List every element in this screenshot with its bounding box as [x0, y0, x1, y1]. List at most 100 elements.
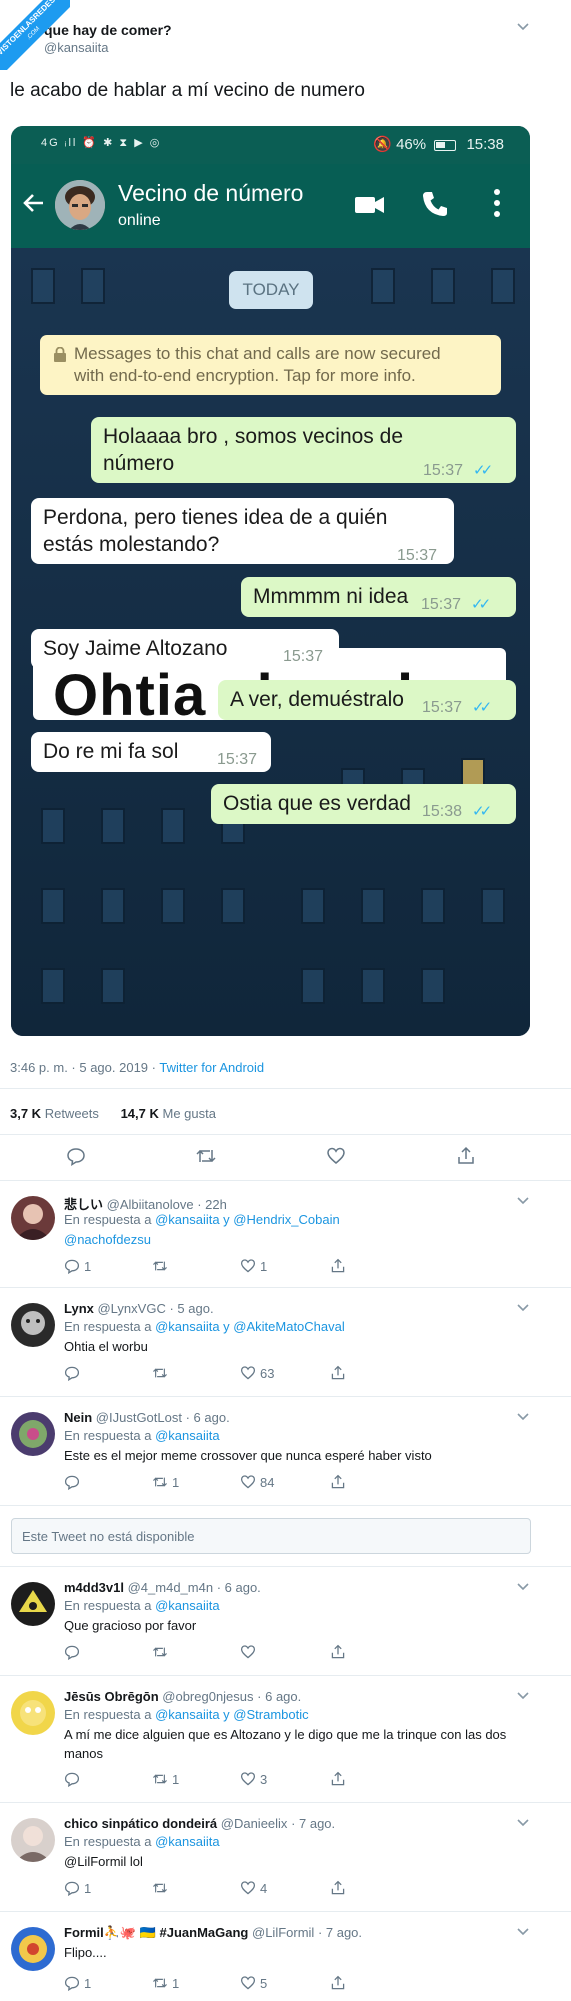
message-bubble-incoming[interactable]: Do re mi fa sol 15:37 [31, 732, 271, 772]
avatar[interactable] [11, 1818, 55, 1862]
share-icon[interactable] [330, 1258, 350, 1274]
like-icon[interactable]: 1 [240, 1258, 267, 1274]
reply-context-users[interactable]: @kansaiita y @Hendrix_Cobain [155, 1212, 340, 1227]
reply-context-users[interactable]: @kansaiita y @Strambotic [155, 1707, 309, 1722]
retweet-icon[interactable] [195, 1146, 217, 1171]
reply-author-handle[interactable]: @LynxVGC [97, 1301, 165, 1316]
retweet-icon[interactable]: 1 [152, 1474, 179, 1490]
retweet-icon[interactable]: 1 [152, 1975, 179, 1991]
chevron-down-icon[interactable] [516, 1410, 530, 1429]
reply-icon[interactable] [64, 1474, 84, 1491]
retweet-icon[interactable] [152, 1258, 172, 1274]
reply-icon[interactable] [64, 1771, 84, 1788]
reply-author-name[interactable]: Formil⛹🐙 🇺🇦 #JuanMaGang [64, 1925, 248, 1940]
share-icon[interactable] [330, 1474, 350, 1490]
phone-status-bar: 4G ᵢll ⏰ ✱ ⧗ ▶ ◎ 🔕 46% 15:38 [11, 126, 530, 164]
reply-text[interactable]: @nachofdezsu [64, 1230, 524, 1249]
share-icon[interactable] [330, 1975, 350, 1991]
reply-time: · 6 ago. [257, 1689, 302, 1704]
like-icon[interactable]: 84 [240, 1474, 274, 1490]
reply-icon[interactable]: 1 [64, 1880, 91, 1897]
share-icon[interactable] [330, 1771, 350, 1787]
reply-context-users[interactable]: @kansaiita y @AkiteMatoChaval [155, 1319, 345, 1334]
chevron-down-icon[interactable] [516, 20, 530, 34]
reply-author-handle[interactable]: @obreg0njesus [162, 1689, 253, 1704]
reply-time: · 5 ago. [169, 1301, 214, 1316]
encryption-line-1: Messages to this chat and calls are now … [74, 344, 441, 363]
avatar[interactable] [11, 1927, 55, 1971]
chevron-down-icon[interactable] [516, 1816, 530, 1835]
like-icon[interactable]: 3 [240, 1771, 267, 1787]
avatar[interactable] [11, 1303, 55, 1347]
reply-author-handle[interactable]: @LilFormil [252, 1925, 314, 1940]
chevron-down-icon[interactable] [516, 1194, 530, 1213]
message-bubble-incoming[interactable]: Perdona, pero tienes idea de a quién est… [31, 498, 454, 564]
message-bubble-outgoing[interactable]: Ostia que es verdad 15:38 ✓✓ [211, 784, 516, 824]
chevron-down-icon[interactable] [516, 1925, 530, 1944]
message-bubble-outgoing[interactable]: Mmmmm ni idea 15:37 ✓✓ [241, 577, 516, 617]
retweet-icon[interactable] [152, 1880, 172, 1896]
retweet-count[interactable]: 3,7 K [10, 1106, 41, 1121]
like-label[interactable]: Me gusta [163, 1106, 216, 1121]
message-text: Mmmmm ni idea [253, 585, 409, 608]
avatar[interactable] [11, 1412, 55, 1456]
like-icon[interactable] [326, 1146, 346, 1171]
reply-context-users[interactable]: @kansaiita [155, 1598, 220, 1613]
retweet-icon[interactable] [152, 1365, 172, 1381]
back-arrow-icon[interactable] [21, 190, 47, 221]
message-bubble-outgoing[interactable]: A ver, demuéstralo 15:37 ✓✓ [218, 680, 516, 720]
tweet-source[interactable]: Twitter for Android [159, 1060, 264, 1075]
reply-icon[interactable] [66, 1146, 86, 1171]
attached-image[interactable]: 4G ᵢll ⏰ ✱ ⧗ ▶ ◎ 🔕 46% 15:38 Vecino de n… [11, 126, 530, 1036]
retweet-label[interactable]: Retweets [45, 1106, 99, 1121]
share-icon[interactable] [330, 1365, 350, 1381]
reply-time: · 6 ago. [216, 1580, 261, 1595]
reply-icon[interactable]: 1 [64, 1975, 91, 1992]
reply-author-name[interactable]: Jēsūs Obrēgōn [64, 1689, 159, 1704]
share-icon[interactable] [330, 1644, 350, 1660]
message-bubble-outgoing[interactable]: Holaaaa bro , somos vecinos de número 15… [91, 417, 516, 483]
reply-author-name[interactable]: 悲しい [64, 1197, 103, 1212]
like-icon[interactable]: 63 [240, 1365, 274, 1381]
retweet-icon[interactable]: 1 [152, 1771, 179, 1787]
retweet-count: 1 [172, 1475, 180, 1490]
share-icon[interactable] [456, 1146, 476, 1171]
like-icon[interactable] [240, 1644, 260, 1660]
timestamp-text[interactable]: 3:46 p. m. · 5 ago. 2019 · [10, 1060, 159, 1075]
like-icon[interactable]: 4 [240, 1880, 267, 1896]
reply-time: · 7 ago. [291, 1816, 336, 1831]
avatar[interactable] [11, 1582, 55, 1626]
avatar[interactable] [11, 1691, 55, 1735]
reply-icon[interactable]: 1 [64, 1258, 91, 1275]
chevron-down-icon[interactable] [516, 1580, 530, 1599]
reply-author-handle[interactable]: @Danieelix [221, 1816, 288, 1831]
avatar[interactable] [11, 1196, 55, 1240]
reply-context-users[interactable]: @kansaiita [155, 1834, 220, 1849]
contact-status: online [118, 212, 161, 229]
chevron-down-icon[interactable] [516, 1689, 530, 1708]
like-count[interactable]: 14,7 K [121, 1106, 159, 1121]
reply-icon[interactable] [64, 1644, 84, 1661]
reply-context-users[interactable]: @kansaiita [155, 1428, 220, 1443]
reply-author-name[interactable]: chico sinpático dondeirá [64, 1816, 217, 1831]
video-call-icon[interactable] [355, 194, 385, 221]
chevron-down-icon[interactable] [516, 1301, 530, 1320]
reply-author-handle[interactable]: @Albiitanolove [107, 1197, 194, 1212]
phone-call-icon[interactable] [421, 190, 449, 223]
reply-context-label: En respuesta a [64, 1428, 156, 1443]
contact-name[interactable]: Vecino de número [118, 180, 303, 207]
reply-author-name[interactable]: Lynx [64, 1301, 94, 1316]
reply-author-handle[interactable]: @IJustGotLost [96, 1410, 182, 1425]
share-icon[interactable] [330, 1880, 350, 1896]
reply-icon[interactable] [64, 1365, 84, 1382]
contact-avatar[interactable] [55, 180, 105, 230]
reply-author-name[interactable]: m4dd3v1l [64, 1580, 124, 1595]
tweet-text: le acabo de hablar a mí vecino de numero [10, 80, 365, 101]
like-icon[interactable]: 5 [240, 1975, 267, 1991]
encryption-notice[interactable]: Messages to this chat and calls are now … [40, 335, 501, 395]
more-options-icon[interactable] [493, 188, 501, 223]
retweet-icon[interactable] [152, 1644, 172, 1660]
message-bubble-incoming[interactable]: Soy Jaime Altozano 15:37 [31, 629, 339, 669]
reply-author-name[interactable]: Nein [64, 1410, 92, 1425]
reply-author-handle[interactable]: @4_m4d_m4n [128, 1580, 213, 1595]
